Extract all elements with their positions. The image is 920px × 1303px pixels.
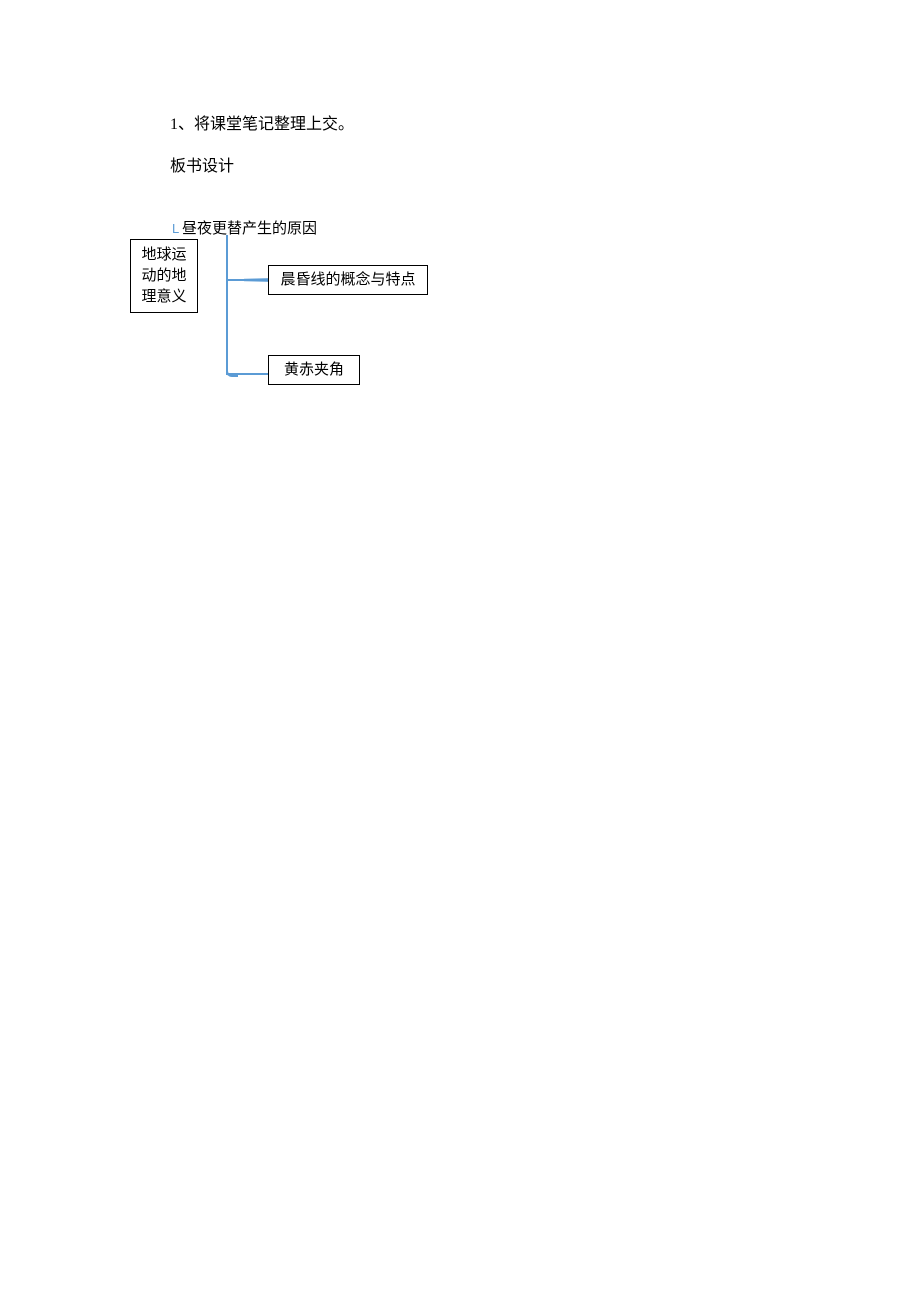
diagram-top-label: 昼夜更替产生的原因 <box>182 217 317 238</box>
connector-vertical <box>226 235 228 375</box>
connector-dash-icon <box>244 278 268 282</box>
corner-mark-icon: L <box>172 221 179 236</box>
text-line-1: 1、将课堂笔记整理上交。 <box>170 110 354 134</box>
diagram-mid-box: 晨昏线的概念与特点 <box>268 265 428 295</box>
text-line-2: 板书设计 <box>170 152 354 176</box>
diagram-bottom-box: 黄赤夹角 <box>268 355 360 385</box>
connector-to-bottom <box>226 373 268 375</box>
diagram-container: L 昼夜更替产生的原因 地球运动的地理意义 晨昏线的概念与特点 黄赤夹角 <box>130 215 530 415</box>
connector-elbow-icon <box>226 365 238 377</box>
diagram-left-box: 地球运动的地理意义 <box>130 239 198 313</box>
